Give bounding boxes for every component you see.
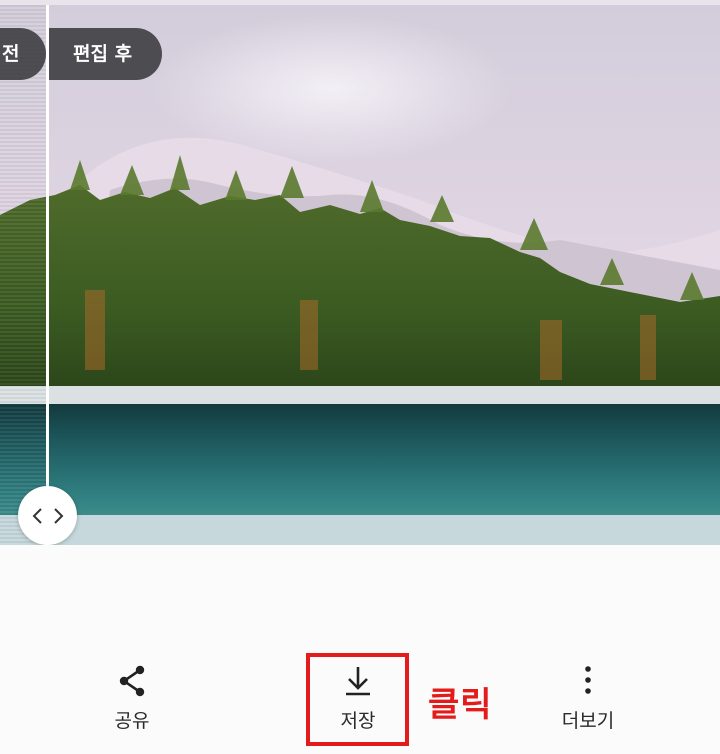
compare-divider[interactable] — [46, 5, 49, 545]
share-label: 공유 — [114, 710, 150, 732]
more-button[interactable]: 더보기 — [528, 663, 648, 743]
more-vertical-icon — [585, 666, 591, 694]
share-icon — [119, 665, 145, 697]
before-label-text: 전 — [2, 43, 20, 65]
compare-slider-handle[interactable] — [18, 486, 77, 545]
more-label: 더보기 — [561, 710, 615, 732]
download-icon — [346, 667, 370, 696]
bottom-action-bar: 공유 저장 더보기 클릭 — [0, 545, 720, 754]
photo-editor-screen: 전 편집 후 공유 저장 더보기 클릭 — [0, 0, 720, 754]
photo-compare-view[interactable]: 전 편집 후 — [0, 0, 720, 545]
save-button[interactable]: 저장 — [298, 663, 418, 743]
after-label: 편집 후 — [49, 28, 162, 80]
save-label: 저장 — [340, 710, 376, 732]
share-button[interactable]: 공유 — [72, 663, 192, 743]
click-annotation: 클릭 — [428, 685, 493, 725]
edited-photo — [0, 5, 720, 545]
after-label-text: 편집 후 — [73, 43, 133, 65]
chevron-left-right-icon — [32, 507, 63, 524]
